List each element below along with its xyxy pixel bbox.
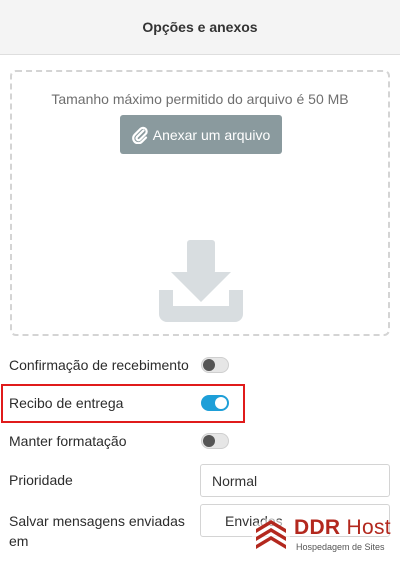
- attach-file-label: Anexar um arquivo: [152, 126, 271, 143]
- read-receipt-label: Confirmação de recebimento: [9, 357, 189, 373]
- keep-formatting-row: Manter formatação: [0, 431, 400, 451]
- save-sent-label-line1: Salvar mensagens enviadas: [9, 513, 185, 529]
- dialog-header: Opções e anexos: [0, 0, 400, 55]
- keep-formatting-label: Manter formatação: [9, 433, 127, 449]
- dialog-title: Opções e anexos: [142, 19, 258, 35]
- delivery-receipt-label: Recibo de entrega: [9, 395, 124, 411]
- priority-label: Prioridade: [9, 472, 73, 488]
- delivery-receipt-row: Recibo de entrega: [0, 393, 400, 413]
- read-receipt-row: Confirmação de recebimento: [0, 355, 400, 375]
- watermark-tagline: Hospedagem de Sites: [296, 542, 385, 552]
- attachment-dropzone[interactable]: Tamanho máximo permitido do arquivo é 50…: [10, 70, 390, 336]
- keep-formatting-toggle[interactable]: [201, 433, 229, 449]
- ddr-host-watermark: DDR Host Hospedagem de Sites: [250, 514, 400, 558]
- delivery-receipt-toggle[interactable]: [201, 395, 229, 411]
- save-sent-label-line2: em: [9, 533, 29, 549]
- attach-file-button[interactable]: Anexar um arquivo: [120, 115, 282, 154]
- priority-select[interactable]: Normal: [200, 464, 390, 497]
- read-receipt-toggle[interactable]: [201, 357, 229, 373]
- watermark-brand: DDR Host: [294, 516, 391, 539]
- paperclip-icon: [131, 126, 148, 144]
- download-icon: [159, 240, 243, 327]
- max-size-hint: Tamanho máximo permitido do arquivo é 50…: [51, 91, 349, 107]
- ddr-logo-icon: [252, 516, 290, 556]
